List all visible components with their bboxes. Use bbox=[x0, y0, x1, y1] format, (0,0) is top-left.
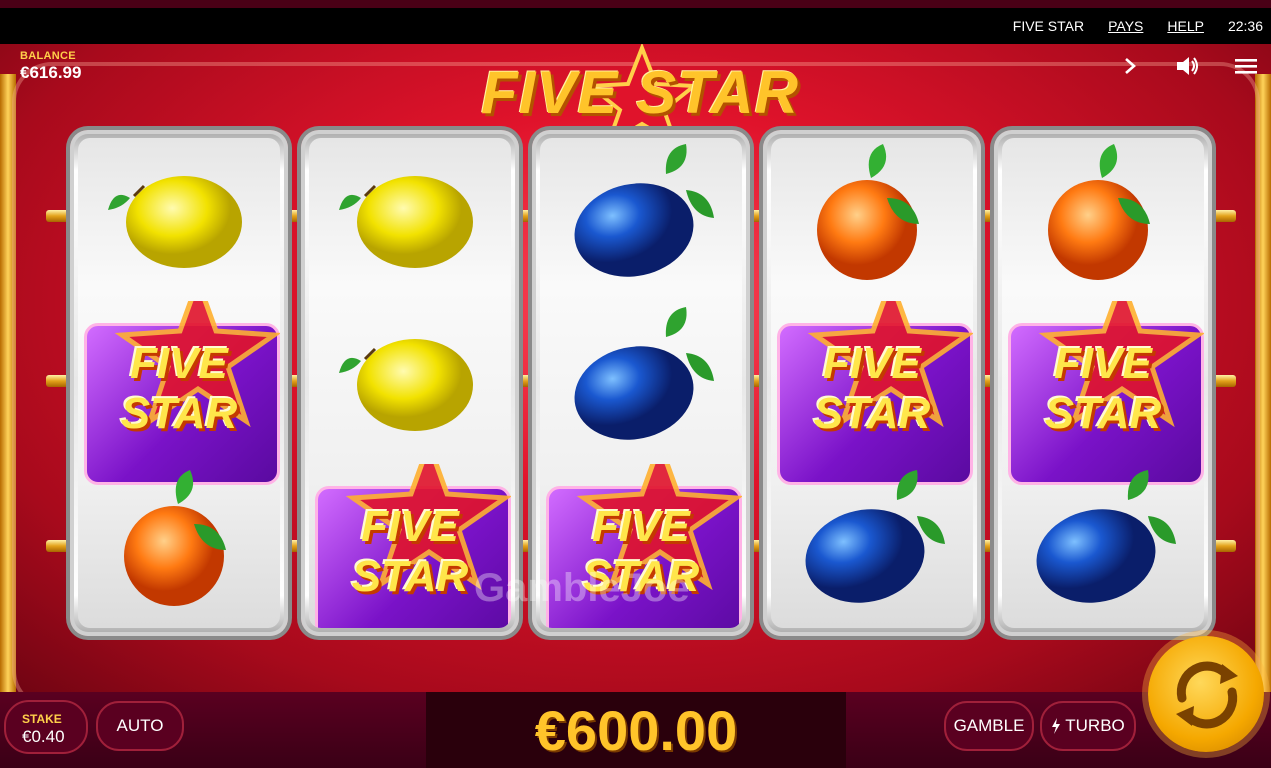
orange-icon bbox=[817, 144, 919, 280]
five-star-text-five: FIVE bbox=[361, 502, 459, 551]
plum-icon bbox=[805, 470, 945, 603]
clock: 22:36 bbox=[1227, 18, 1263, 34]
sound-button[interactable] bbox=[1174, 52, 1202, 80]
five-star-text-star: STAR bbox=[1044, 389, 1162, 438]
balance-display: BALANCE €616.99 bbox=[20, 50, 81, 83]
reel-cell bbox=[78, 138, 280, 301]
lemon-icon bbox=[339, 176, 473, 268]
gamble-label: GAMBLE bbox=[953, 716, 1025, 735]
spin-arrows-icon bbox=[1176, 661, 1238, 729]
next-button[interactable] bbox=[1116, 52, 1144, 80]
plum-icon bbox=[574, 144, 714, 277]
pays-link[interactable]: PAYS bbox=[1108, 18, 1143, 34]
stake-button[interactable]: STAKE €0.40 bbox=[4, 700, 88, 754]
reel-cell bbox=[78, 464, 280, 627]
reel-cell bbox=[1002, 138, 1204, 301]
reel-3: FIVE STAR bbox=[532, 130, 750, 636]
game-logo: FIVE STAR bbox=[470, 44, 810, 144]
lemon-icon bbox=[108, 176, 242, 268]
reel-cell: FIVE STAR bbox=[78, 301, 280, 485]
turbo-label: TURBO bbox=[1065, 716, 1125, 735]
five-star-symbol: FIVE STAR bbox=[1002, 301, 1204, 485]
chevron-right-icon bbox=[1125, 58, 1136, 74]
win-amount: €600.00 bbox=[534, 698, 738, 762]
stake-label: STAKE bbox=[22, 712, 62, 726]
five-star-text-five: FIVE bbox=[592, 502, 690, 551]
lemon-icon bbox=[339, 339, 473, 431]
five-star-text-five: FIVE bbox=[823, 339, 921, 388]
orange-icon bbox=[124, 470, 226, 606]
five-star-text-star: STAR bbox=[813, 389, 931, 438]
spin-button[interactable] bbox=[1148, 636, 1264, 752]
auto-label: AUTO bbox=[116, 716, 164, 735]
stake-value: €0.40 bbox=[22, 727, 65, 746]
reel-cell bbox=[771, 138, 973, 301]
reel-2: FIVE STAR bbox=[301, 130, 519, 636]
plum-icon bbox=[574, 307, 714, 440]
reel-5: FIVE STAR bbox=[994, 130, 1212, 636]
gamble-button[interactable]: GAMBLE bbox=[944, 701, 1034, 751]
reel-cell: FIVE STAR bbox=[771, 301, 973, 485]
reel-cell bbox=[771, 464, 973, 627]
win-panel: €600.00 bbox=[426, 692, 846, 768]
help-link[interactable]: HELP bbox=[1167, 18, 1204, 34]
reel-cell bbox=[309, 301, 511, 464]
reel-cell bbox=[309, 138, 511, 301]
reel-4: FIVE STAR bbox=[763, 130, 981, 636]
reel-cell: FIVE STAR bbox=[1002, 301, 1204, 485]
five-star-symbol: FIVE STAR bbox=[78, 301, 280, 485]
plum-icon bbox=[1036, 470, 1176, 603]
five-star-text-five: FIVE bbox=[1054, 339, 1152, 388]
lightning-icon bbox=[1052, 718, 1061, 734]
logo-text: FIVE STAR bbox=[481, 59, 799, 126]
menu-button[interactable] bbox=[1232, 52, 1260, 80]
top-bar: FIVE STAR PAYS HELP 22:36 bbox=[0, 8, 1271, 44]
watermark: GambleJoe bbox=[474, 566, 690, 610]
reel-cell bbox=[1002, 464, 1204, 627]
five-star-text-star: STAR bbox=[120, 389, 238, 438]
hamburger-menu-icon bbox=[1235, 59, 1257, 74]
top-strip bbox=[0, 0, 1271, 8]
balance-label: BALANCE bbox=[20, 50, 76, 62]
turbo-button[interactable]: TURBO bbox=[1040, 701, 1136, 751]
auto-button[interactable]: AUTO bbox=[96, 701, 184, 751]
reel-1: FIVE STAR bbox=[70, 130, 288, 636]
orange-icon bbox=[1048, 144, 1150, 280]
speaker-icon bbox=[1177, 57, 1198, 75]
reel-cell bbox=[540, 138, 742, 301]
balance-value: €616.99 bbox=[20, 63, 82, 82]
five-star-text-five: FIVE bbox=[130, 339, 228, 388]
five-star-symbol: FIVE STAR bbox=[771, 301, 973, 485]
reel-cell bbox=[540, 301, 742, 464]
game-title: FIVE STAR bbox=[1012, 18, 1085, 34]
